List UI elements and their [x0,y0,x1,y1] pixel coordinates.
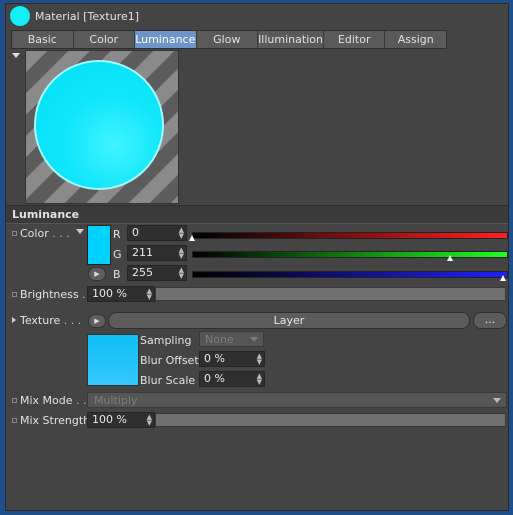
tab-glow[interactable]: Glow [197,31,259,48]
mix-mode-dropdown[interactable]: Multiply [87,392,507,408]
brightness-label: Brightness . [20,288,86,301]
color-swatch[interactable] [87,225,111,265]
g-value: 211 [132,246,153,259]
r-stepper-icon[interactable]: ▲ ▼ [179,227,184,240]
b-slider-handle-icon[interactable] [500,275,506,281]
mix-mode-value: Multiply [94,394,138,407]
sampling-chevron-down-icon [250,337,258,342]
texture-layer-button[interactable]: Layer [108,312,470,329]
tab-luminance[interactable]: Luminance [135,31,197,48]
brightness-value: 100 % [92,287,127,300]
mix-strength-input[interactable]: 100 % ▲ ▼ [87,412,155,428]
r-value: 0 [132,226,139,239]
color-options-button[interactable]: ▶ [88,267,106,281]
b-label: B [113,268,121,281]
material-panel: Material [Texture1] Basic Color Luminanc… [5,3,509,511]
blur-scale-label: Blur Scale [140,374,196,387]
mix-mode-chevron-down-icon [493,398,501,403]
r-label: R [113,228,121,241]
tab-illumination[interactable]: Illumination [258,31,324,48]
g-slider-handle-icon[interactable] [447,255,453,261]
section-title: Luminance [12,208,80,221]
blur-offset-input[interactable]: 0 % ▲ ▼ [199,351,265,367]
color-label: Color . . . [20,227,70,240]
section-divider [6,205,508,224]
brightness-slider[interactable] [155,287,506,301]
b-input[interactable]: 255 ▲ ▼ [127,265,187,281]
tab-editor[interactable]: Editor [324,31,386,48]
panel-title: Material [Texture1] [35,10,140,23]
preview-sphere [34,60,164,190]
blur-scale-value: 0 % [204,372,225,385]
r-slider[interactable] [192,232,508,239]
g-stepper-icon[interactable]: ▲ ▼ [179,247,184,260]
material-preview [25,50,179,204]
mix-strength-value: 100 % [92,413,127,426]
mix-mode-animate-icon[interactable] [12,398,17,403]
material-icon [10,6,30,26]
texture-preview [87,334,139,386]
tab-basic[interactable]: Basic [12,31,74,48]
blur-scale-input[interactable]: 0 % ▲ ▼ [199,371,265,387]
tab-bar: Basic Color Luminance Glow Illumination … [11,30,447,49]
texture-expand-icon[interactable] [12,317,16,323]
mix-strength-animate-icon[interactable] [12,418,17,423]
sampling-value: None [205,333,234,346]
r-input[interactable]: 0 ▲ ▼ [127,225,187,241]
g-slider[interactable] [192,251,508,258]
texture-label: Texture . . . [20,314,82,327]
tab-assign[interactable]: Assign [385,31,446,48]
sampling-dropdown[interactable]: None [199,331,264,347]
brightness-input[interactable]: 100 % ▲ ▼ [87,286,155,302]
texture-options-button[interactable]: ▶ [88,314,106,328]
g-label: G [113,248,122,261]
brightness-animate-icon[interactable] [12,292,17,297]
sampling-label: Sampling [140,334,192,347]
tab-color[interactable]: Color [74,31,136,48]
r-slider-handle-icon[interactable] [189,235,195,241]
color-menu-arrow-icon[interactable] [76,229,84,234]
blur-offset-value: 0 % [204,352,225,365]
brightness-stepper-icon[interactable]: ▲ ▼ [147,288,152,301]
blur-scale-stepper-icon[interactable]: ▲ ▼ [257,373,262,386]
blur-offset-stepper-icon[interactable]: ▲ ▼ [257,353,262,366]
blur-offset-label: Blur Offset [140,354,199,367]
mix-strength-label: Mix Strength [20,414,91,427]
mix-strength-slider[interactable] [155,413,506,427]
g-input[interactable]: 211 ▲ ▼ [127,245,187,261]
texture-more-button[interactable]: ... [473,312,507,329]
b-value: 255 [132,266,153,279]
mix-mode-label: Mix Mode . . [20,394,87,407]
preview-menu-arrow-icon[interactable] [12,53,20,58]
b-stepper-icon[interactable]: ▲ ▼ [179,267,184,280]
b-slider[interactable] [192,271,508,278]
color-animate-icon[interactable] [12,231,17,236]
mix-strength-stepper-icon[interactable]: ▲ ▼ [147,414,152,427]
